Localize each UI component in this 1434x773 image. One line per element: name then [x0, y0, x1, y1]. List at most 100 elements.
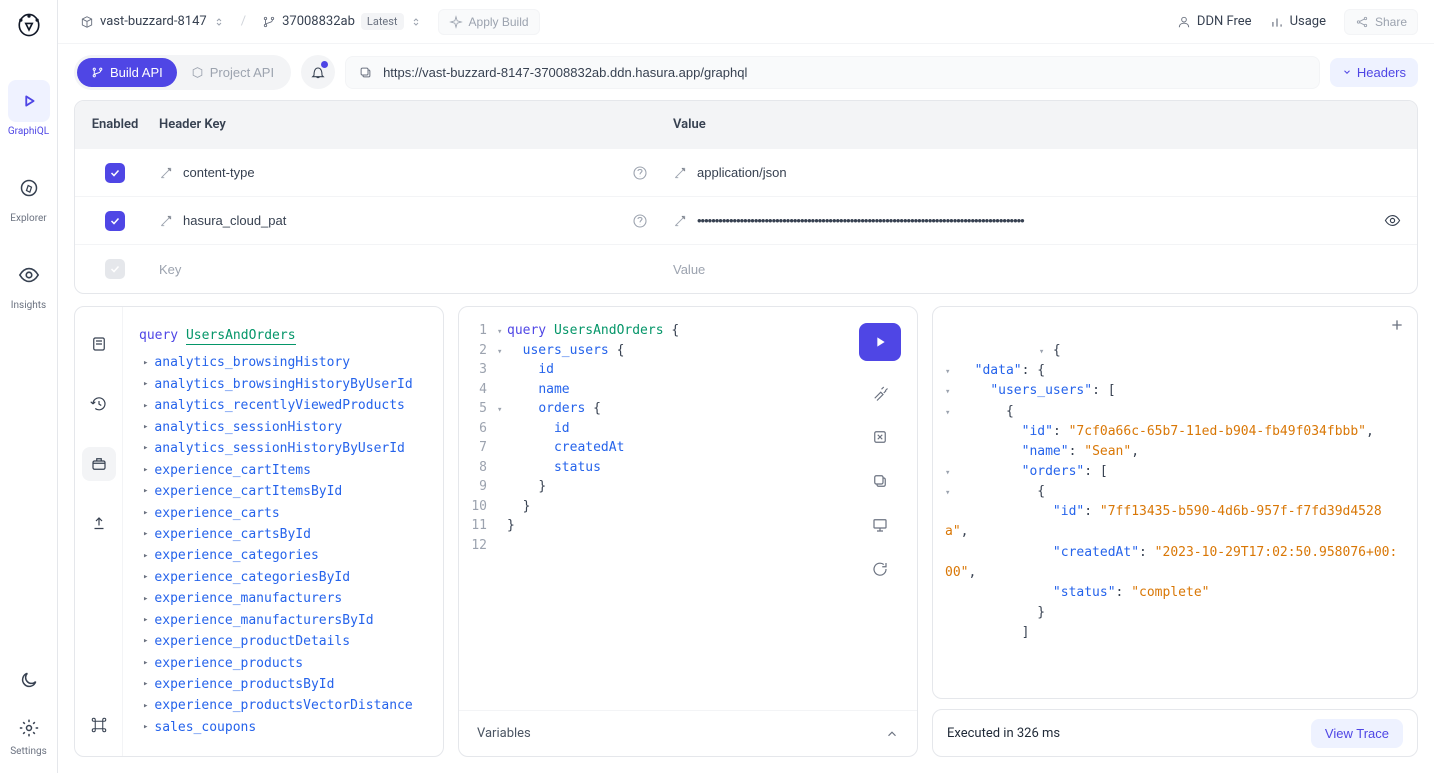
explorer-field[interactable]: ▸experience_categoriesById [139, 567, 433, 588]
explorer-tab-export[interactable] [82, 507, 116, 541]
header-enabled-checkbox[interactable] [105, 163, 125, 183]
execution-status: Executed in 326 ms [947, 726, 1060, 741]
col-value-header: Value [665, 117, 1367, 132]
run-query-button[interactable] [859, 323, 901, 361]
nav-sidebar: GraphiQL Explorer Insights Settings [0, 0, 58, 773]
editor-body[interactable]: ▾query UsersAndOrders { ▾ users_users { … [493, 307, 917, 710]
explorer-field[interactable]: ▸experience_manufacturersById [139, 610, 433, 631]
latest-badge: Latest [361, 13, 404, 30]
presentation-button[interactable] [868, 513, 892, 537]
explorer-field[interactable]: ▸experience_categories [139, 545, 433, 566]
nav-settings-label: Settings [10, 746, 47, 757]
headers-toggle-button[interactable]: Headers [1330, 58, 1418, 87]
chevron-down-icon [1342, 67, 1352, 77]
header-value-input[interactable] [697, 165, 1367, 180]
variables-toggle[interactable]: Variables [459, 710, 917, 756]
api-toggle: Build API Project API [74, 55, 291, 90]
refresh-button[interactable] [868, 557, 892, 581]
query-editor: 123456789101112 ▾query UsersAndOrders { … [458, 306, 918, 757]
notifications-button[interactable] [301, 55, 335, 89]
nav-explorer[interactable]: Explorer [8, 167, 50, 224]
header-key-input[interactable] [159, 262, 615, 277]
project-name: vast-buzzard-8147 [100, 14, 207, 29]
build-api-button[interactable]: Build API [77, 58, 177, 87]
header-row [75, 149, 1417, 197]
nav-graphiql[interactable]: GraphiQL [8, 80, 50, 137]
build-id: 37008832ab [282, 14, 355, 29]
add-tab-button[interactable] [1389, 317, 1405, 333]
header-enabled-checkbox[interactable] [105, 259, 125, 279]
explorer-field[interactable]: ▸analytics_recentlyViewedProducts [139, 395, 433, 416]
explorer-field[interactable]: ▸analytics_browsingHistory [139, 352, 433, 373]
help-icon[interactable] [632, 213, 648, 229]
no-edit-icon [159, 166, 173, 180]
eye-icon[interactable] [1384, 212, 1401, 229]
explorer-field[interactable]: ▸experience_productsById [139, 674, 433, 695]
copy-icon[interactable] [358, 65, 373, 80]
nav-insights[interactable]: Insights [8, 254, 50, 311]
explorer-tab-history[interactable] [82, 387, 116, 421]
nav-settings[interactable]: Settings [8, 714, 50, 757]
explorer-field[interactable]: ▸experience_manufacturers [139, 588, 433, 609]
build-selector[interactable]: 37008832ab Latest [256, 9, 427, 34]
usage-link[interactable]: Usage [1270, 14, 1326, 29]
explorer-tab-builder[interactable] [82, 447, 116, 481]
endpoint-url-bar [345, 56, 1320, 89]
response-body[interactable]: ▾{ ▾ "data": { ▾ "users_users": [ ▾ { "i… [932, 306, 1418, 699]
col-key-header: Header Key [155, 117, 615, 132]
no-edit-icon [159, 214, 173, 228]
explorer-field[interactable]: ▸experience_cartItems [139, 460, 433, 481]
explorer-tab-shortcuts[interactable] [82, 708, 116, 742]
no-edit-icon [673, 166, 687, 180]
explorer-field[interactable]: ▸experience_cartsById [139, 524, 433, 545]
prettify-button[interactable] [868, 381, 892, 405]
hasura-logo [16, 12, 42, 38]
project-selector[interactable]: vast-buzzard-8147 [74, 10, 231, 33]
header-key-input[interactable] [183, 165, 615, 180]
header-enabled-checkbox[interactable] [105, 211, 125, 231]
updown-icon [213, 16, 225, 28]
explorer-field[interactable]: ▸analytics_browsingHistoryByUserId [139, 374, 433, 395]
apply-build-button[interactable]: Apply Build [438, 9, 540, 35]
explorer-field[interactable]: ▸experience_carts [139, 503, 433, 524]
chevron-up-icon [885, 727, 899, 741]
explorer-field[interactable]: ▸experience_productsVectorDistance [139, 695, 433, 716]
cube-icon [191, 66, 204, 79]
sparkle-icon [449, 15, 463, 29]
merge-button[interactable] [868, 425, 892, 449]
ddn-free-link[interactable]: DDN Free [1177, 14, 1252, 29]
query-name[interactable]: UsersAndOrders [186, 328, 296, 345]
explorer-field[interactable]: ▸sales_coupons [139, 717, 433, 738]
response-footer: Executed in 326 ms View Trace [932, 709, 1418, 757]
no-edit-icon [673, 214, 687, 228]
explorer-field[interactable]: ▸experience_products [139, 653, 433, 674]
query-explorer: query UsersAndOrders ▸analytics_browsing… [74, 306, 444, 757]
updown-icon [410, 16, 422, 28]
explorer-field[interactable]: ▸analytics_sessionHistoryByUserId [139, 438, 433, 459]
explorer-field[interactable]: ▸analytics_sessionHistory [139, 417, 433, 438]
header-value-input[interactable] [673, 262, 1367, 277]
explorer-field[interactable]: ▸experience_productDetails [139, 631, 433, 652]
query-keyword: query [139, 328, 178, 343]
user-icon [1177, 15, 1191, 29]
bar-chart-icon [1270, 15, 1284, 29]
project-api-button[interactable]: Project API [177, 58, 288, 87]
header-row-new [75, 245, 1417, 293]
cube-icon [80, 15, 94, 29]
editor-gutter: 123456789101112 [459, 307, 493, 710]
header-key-input[interactable] [183, 213, 615, 228]
branch-icon [262, 15, 276, 29]
endpoint-url-input[interactable] [383, 65, 1307, 80]
header-value-input[interactable] [697, 213, 1367, 228]
share-button[interactable]: Share [1344, 9, 1418, 35]
theme-toggle-icon[interactable] [19, 670, 39, 690]
explorer-field[interactable]: ▸experience_cartItemsById [139, 481, 433, 502]
topbar: vast-buzzard-8147 / 37008832ab Latest Ap… [58, 0, 1434, 44]
share-icon [1355, 15, 1369, 29]
action-bar: Build API Project API Headers [58, 44, 1434, 100]
header-row [75, 197, 1417, 245]
explorer-tab-docs[interactable] [82, 327, 116, 361]
help-icon[interactable] [632, 165, 648, 181]
copy-query-button[interactable] [868, 469, 892, 493]
view-trace-button[interactable]: View Trace [1311, 719, 1403, 748]
